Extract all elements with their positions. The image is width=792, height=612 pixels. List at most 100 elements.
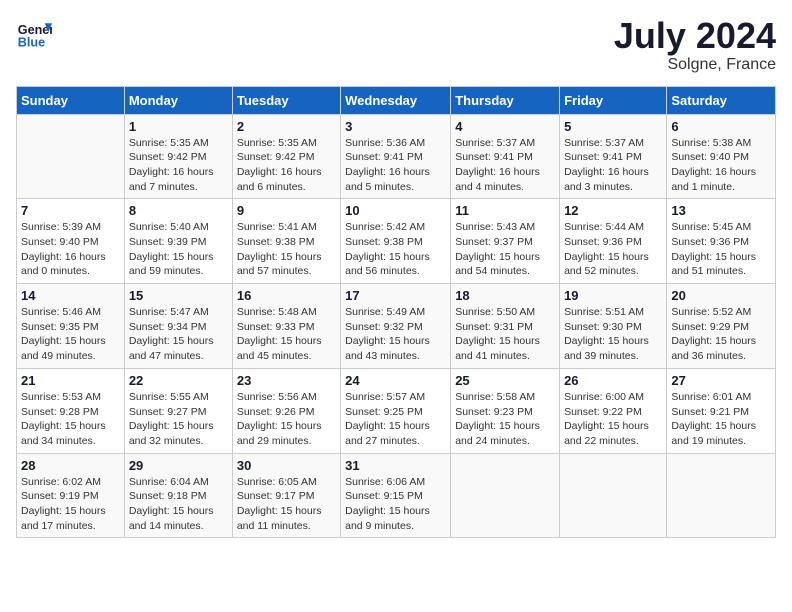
day-number: 22: [129, 373, 228, 388]
day-number: 24: [345, 373, 446, 388]
calendar-cell: [17, 114, 125, 199]
calendar-cell: 19 Sunrise: 5:51 AM Sunset: 9:30 PM Dayli…: [560, 284, 667, 369]
day-info: Sunrise: 5:51 AM Sunset: 9:30 PM Dayligh…: [564, 305, 662, 364]
day-info: Sunrise: 6:06 AM Sunset: 9:15 PM Dayligh…: [345, 475, 446, 534]
calendar-cell: 26 Sunrise: 6:00 AM Sunset: 9:22 PM Dayli…: [560, 368, 667, 453]
day-number: 31: [345, 458, 446, 473]
day-info: Sunrise: 5:50 AM Sunset: 9:31 PM Dayligh…: [455, 305, 555, 364]
day-info: Sunrise: 5:58 AM Sunset: 9:23 PM Dayligh…: [455, 390, 555, 449]
day-number: 28: [21, 458, 120, 473]
title-block: July 2024 Solgne, France: [614, 16, 776, 74]
day-info: Sunrise: 5:45 AM Sunset: 9:36 PM Dayligh…: [671, 220, 771, 279]
day-info: Sunrise: 5:35 AM Sunset: 9:42 PM Dayligh…: [237, 136, 336, 195]
logo: General Blue: [16, 16, 52, 52]
day-info: Sunrise: 5:48 AM Sunset: 9:33 PM Dayligh…: [237, 305, 336, 364]
svg-text:Blue: Blue: [18, 36, 45, 50]
day-number: 6: [671, 119, 771, 134]
day-number: 15: [129, 288, 228, 303]
calendar-cell: 4Sunrise: 5:37 AM Sunset: 9:41 PM Daylig…: [451, 114, 560, 199]
calendar-cell: 24 Sunrise: 5:57 AM Sunset: 9:25 PM Dayli…: [341, 368, 451, 453]
calendar-cell: [560, 453, 667, 538]
day-info: Sunrise: 5:42 AM Sunset: 9:38 PM Dayligh…: [345, 220, 446, 279]
day-number: 18: [455, 288, 555, 303]
calendar-week-row: 21 Sunrise: 5:53 AM Sunset: 9:28 PM Dayli…: [17, 368, 776, 453]
day-info: Sunrise: 5:53 AM Sunset: 9:28 PM Dayligh…: [21, 390, 120, 449]
day-number: 13: [671, 203, 771, 218]
day-number: 26: [564, 373, 662, 388]
calendar-cell: 10 Sunrise: 5:42 AM Sunset: 9:38 PM Dayli…: [341, 199, 451, 284]
day-info: Sunrise: 6:01 AM Sunset: 9:21 PM Dayligh…: [671, 390, 771, 449]
day-info: Sunrise: 5:56 AM Sunset: 9:26 PM Dayligh…: [237, 390, 336, 449]
day-number: 10: [345, 203, 446, 218]
month-title: July 2024: [614, 16, 776, 56]
day-number: 23: [237, 373, 336, 388]
day-info: Sunrise: 5:57 AM Sunset: 9:25 PM Dayligh…: [345, 390, 446, 449]
calendar-cell: 27 Sunrise: 6:01 AM Sunset: 9:21 PM Dayli…: [667, 368, 776, 453]
day-info: Sunrise: 5:44 AM Sunset: 9:36 PM Dayligh…: [564, 220, 662, 279]
day-number: 29: [129, 458, 228, 473]
calendar-cell: 6 Sunrise: 5:38 AM Sunset: 9:40 PM Daylig…: [667, 114, 776, 199]
calendar-cell: 11Sunrise: 5:43 AM Sunset: 9:37 PM Dayli…: [451, 199, 560, 284]
page-header: General Blue July 2024 Solgne, France: [16, 16, 776, 74]
day-number: 1: [129, 119, 228, 134]
day-info: Sunrise: 5:36 AM Sunset: 9:41 PM Dayligh…: [345, 136, 446, 195]
day-info: Sunrise: 6:00 AM Sunset: 9:22 PM Dayligh…: [564, 390, 662, 449]
day-number: 2: [237, 119, 336, 134]
day-number: 30: [237, 458, 336, 473]
day-info: Sunrise: 5:35 AM Sunset: 9:42 PM Dayligh…: [129, 136, 228, 195]
day-header-thursday: Thursday: [451, 86, 560, 114]
calendar-cell: 9 Sunrise: 5:41 AM Sunset: 9:38 PM Daylig…: [232, 199, 340, 284]
day-number: 3: [345, 119, 446, 134]
calendar-cell: [451, 453, 560, 538]
day-info: Sunrise: 5:47 AM Sunset: 9:34 PM Dayligh…: [129, 305, 228, 364]
calendar-cell: 12 Sunrise: 5:44 AM Sunset: 9:36 PM Dayli…: [560, 199, 667, 284]
calendar-cell: 14Sunrise: 5:46 AM Sunset: 9:35 PM Dayli…: [17, 284, 125, 369]
day-number: 11: [455, 203, 555, 218]
day-info: Sunrise: 6:02 AM Sunset: 9:19 PM Dayligh…: [21, 475, 120, 534]
day-header-tuesday: Tuesday: [232, 86, 340, 114]
calendar-cell: 23 Sunrise: 5:56 AM Sunset: 9:26 PM Dayli…: [232, 368, 340, 453]
day-number: 27: [671, 373, 771, 388]
calendar-week-row: 7Sunrise: 5:39 AM Sunset: 9:40 PM Daylig…: [17, 199, 776, 284]
calendar-cell: 1 Sunrise: 5:35 AM Sunset: 9:42 PM Daylig…: [124, 114, 232, 199]
day-header-saturday: Saturday: [667, 86, 776, 114]
calendar-header-row: SundayMondayTuesdayWednesdayThursdayFrid…: [17, 86, 776, 114]
day-info: Sunrise: 5:55 AM Sunset: 9:27 PM Dayligh…: [129, 390, 228, 449]
calendar-cell: 29 Sunrise: 6:04 AM Sunset: 9:18 PM Dayli…: [124, 453, 232, 538]
calendar-cell: 15 Sunrise: 5:47 AM Sunset: 9:34 PM Dayli…: [124, 284, 232, 369]
calendar-cell: 8 Sunrise: 5:40 AM Sunset: 9:39 PM Daylig…: [124, 199, 232, 284]
day-info: Sunrise: 6:04 AM Sunset: 9:18 PM Dayligh…: [129, 475, 228, 534]
day-header-wednesday: Wednesday: [341, 86, 451, 114]
calendar-cell: 31 Sunrise: 6:06 AM Sunset: 9:15 PM Dayli…: [341, 453, 451, 538]
calendar-cell: [667, 453, 776, 538]
day-info: Sunrise: 5:41 AM Sunset: 9:38 PM Dayligh…: [237, 220, 336, 279]
calendar-cell: 2 Sunrise: 5:35 AM Sunset: 9:42 PM Daylig…: [232, 114, 340, 199]
day-number: 4: [455, 119, 555, 134]
day-info: Sunrise: 5:37 AM Sunset: 9:41 PM Dayligh…: [564, 136, 662, 195]
calendar-cell: 17Sunrise: 5:49 AM Sunset: 9:32 PM Dayli…: [341, 284, 451, 369]
calendar-cell: 5Sunrise: 5:37 AM Sunset: 9:41 PM Daylig…: [560, 114, 667, 199]
day-number: 21: [21, 373, 120, 388]
day-header-monday: Monday: [124, 86, 232, 114]
day-header-sunday: Sunday: [17, 86, 125, 114]
calendar-cell: 22 Sunrise: 5:55 AM Sunset: 9:27 PM Dayli…: [124, 368, 232, 453]
day-number: 12: [564, 203, 662, 218]
day-number: 17: [345, 288, 446, 303]
day-info: Sunrise: 5:40 AM Sunset: 9:39 PM Dayligh…: [129, 220, 228, 279]
day-info: Sunrise: 6:05 AM Sunset: 9:17 PM Dayligh…: [237, 475, 336, 534]
day-number: 8: [129, 203, 228, 218]
day-number: 14: [21, 288, 120, 303]
calendar-cell: 21 Sunrise: 5:53 AM Sunset: 9:28 PM Dayli…: [17, 368, 125, 453]
day-number: 16: [237, 288, 336, 303]
day-info: Sunrise: 5:52 AM Sunset: 9:29 PM Dayligh…: [671, 305, 771, 364]
day-info: Sunrise: 5:38 AM Sunset: 9:40 PM Dayligh…: [671, 136, 771, 195]
calendar-week-row: 14Sunrise: 5:46 AM Sunset: 9:35 PM Dayli…: [17, 284, 776, 369]
calendar-cell: 7Sunrise: 5:39 AM Sunset: 9:40 PM Daylig…: [17, 199, 125, 284]
calendar-cell: 13 Sunrise: 5:45 AM Sunset: 9:36 PM Dayli…: [667, 199, 776, 284]
calendar-week-row: 1 Sunrise: 5:35 AM Sunset: 9:42 PM Daylig…: [17, 114, 776, 199]
calendar-cell: 30 Sunrise: 6:05 AM Sunset: 9:17 PM Dayli…: [232, 453, 340, 538]
day-number: 25: [455, 373, 555, 388]
calendar-cell: 18 Sunrise: 5:50 AM Sunset: 9:31 PM Dayli…: [451, 284, 560, 369]
day-number: 19: [564, 288, 662, 303]
day-number: 9: [237, 203, 336, 218]
